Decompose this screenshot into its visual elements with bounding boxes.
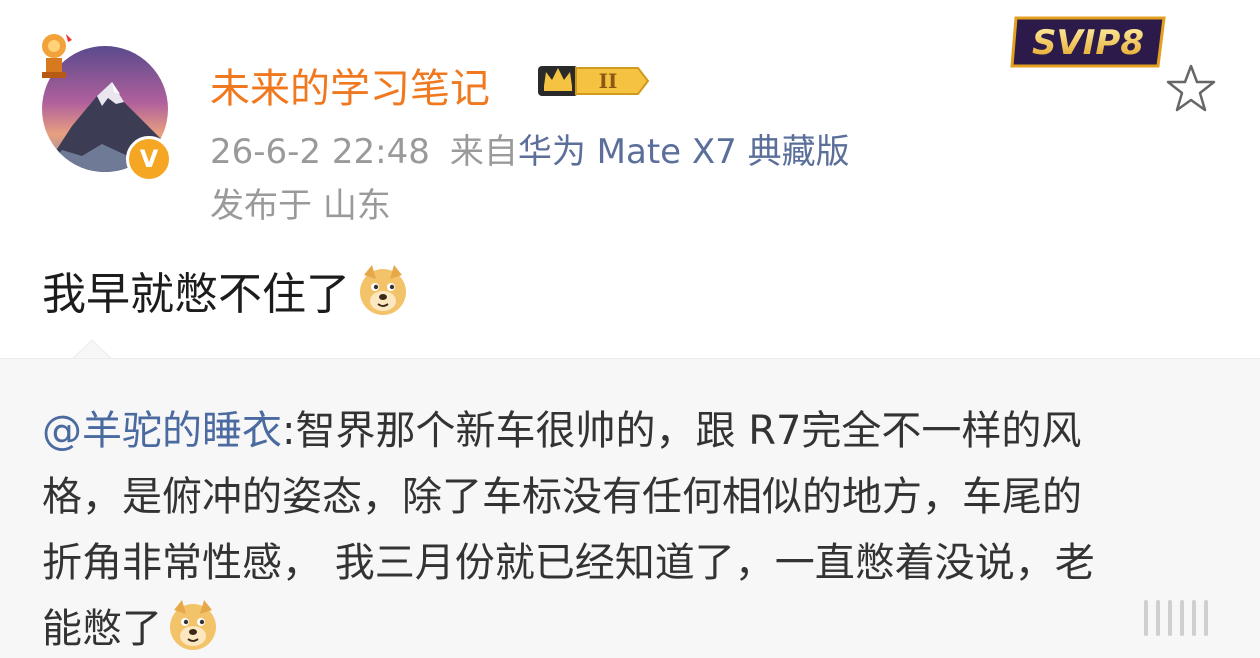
post-body: 我早就憋不住了 (42, 258, 410, 322)
location-label: 发布于 (210, 186, 312, 226)
post-meta: 26-6-2 22:48 来自华为 Mate X7 典藏版 (210, 124, 850, 173)
trophy-frame-icon (42, 34, 72, 78)
quote-pointer (72, 340, 112, 360)
post-location: 发布于 山东 (210, 178, 391, 227)
star-outline-icon[interactable] (1164, 62, 1218, 116)
quote-line: @羊驼的睡衣:智界那个新车很帅的，跟 R7完全不一样的风 (42, 398, 1222, 464)
quote-line: 格，是俯冲的姿态，除了车标没有任何相似的地方，车尾的 (42, 474, 1082, 520)
verified-badge: V (126, 136, 172, 182)
doge-emoji-icon (170, 600, 216, 650)
from-label: 来自 (449, 132, 518, 172)
svip-badge[interactable]: SVIP8 (1010, 10, 1170, 74)
quote-line: 折角非常性感， 我三月份就已经知道了，一直憋着没说，老 (42, 540, 1095, 586)
quote-line-text: 能憋了 (42, 606, 162, 652)
quote-line-text: :智界那个新车很帅的，跟 R7完全不一样的风 (282, 408, 1082, 454)
device-link[interactable]: 华为 Mate X7 典藏版 (518, 132, 850, 172)
location-value: 山东 (322, 186, 391, 226)
post-text: 我早就憋不住了 (42, 269, 350, 320)
member-level: II (599, 69, 618, 93)
member-crown-badge[interactable]: II (536, 58, 652, 102)
more-icon[interactable] (1144, 600, 1228, 640)
svip-label: SVIP8 (1032, 23, 1144, 63)
quoted-post-text: @羊驼的睡衣:智界那个新车很帅的，跟 R7完全不一样的风 格，是俯冲的姿态，除了… (42, 398, 1222, 658)
username[interactable]: 未来的学习笔记 (210, 56, 490, 114)
avatar-container[interactable]: V (42, 34, 172, 182)
weibo-post-page: V 未来的学习笔记 II 26-6-2 22:48 来自华为 Mate X7 典藏… (0, 0, 1260, 658)
post-timestamp: 26-6-2 22:48 (210, 132, 430, 172)
mention-link[interactable]: @羊驼的睡衣 (42, 408, 282, 454)
quote-line: 能憋了 (42, 596, 1222, 658)
doge-emoji-icon (360, 265, 406, 315)
